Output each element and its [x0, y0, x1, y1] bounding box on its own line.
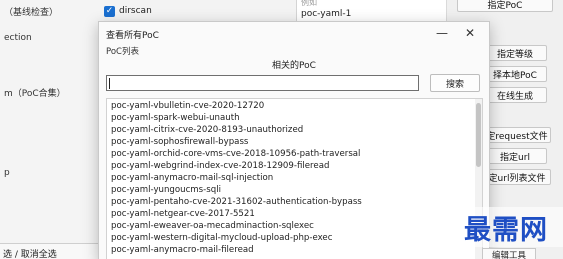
left-label-poc-collection: m（PoC合集） — [4, 89, 66, 99]
background-left-panel: （基线检查） ection m（PoC合集） p 选 / 取消全选 — [0, 0, 104, 259]
list-item[interactable]: poc-yaml-pentaho-cve-2021-31602-authenti… — [111, 197, 362, 209]
dirscan-label: dirscan — [119, 6, 152, 16]
checkbox-checked-icon[interactable]: ✓ — [104, 5, 115, 17]
search-input[interactable] — [106, 75, 419, 91]
close-icon[interactable]: ✕ — [460, 25, 480, 41]
related-poc-title: 相关的PoC — [272, 61, 316, 71]
list-item[interactable]: poc-yaml-western-digital-mycloud-upload-… — [111, 233, 332, 245]
dialog-title: 查看所有PoC — [106, 31, 159, 41]
select-all-toggle[interactable]: 选 / 取消全选 — [0, 243, 100, 259]
specify-level-button[interactable]: 指定等级 — [483, 45, 547, 61]
left-label-baseline: （基线检查） — [4, 8, 59, 18]
text-caret — [109, 78, 110, 89]
list-item[interactable]: poc-yaml-yungoucms-sqli — [111, 185, 221, 197]
minimize-icon[interactable]: — — [432, 25, 452, 41]
left-label-p: p — [4, 168, 10, 178]
list-item[interactable]: poc-yaml-netgear-cve-2017-5521 — [111, 209, 255, 221]
view-all-poc-dialog: 查看所有PoC — ✕ PoC列表 相关的PoC 搜索 poc-yaml-vbu… — [98, 21, 490, 259]
specify-request-file-button[interactable]: 定request文件 — [483, 127, 551, 143]
poc-list[interactable]: poc-yaml-vbulletin-cve-2020-12720 poc-ya… — [106, 98, 483, 259]
list-item[interactable]: poc-yaml-sophosfirewall-bypass — [111, 137, 248, 149]
left-label-ection: ection — [4, 33, 32, 43]
dirscan-option[interactable]: ✓ dirscan — [104, 4, 152, 18]
list-item[interactable]: poc-yaml-webgrind-index-cve-2018-12909-f… — [111, 161, 329, 173]
list-item[interactable]: poc-yaml-anymacro-mail-fileread — [111, 245, 254, 257]
list-item[interactable]: poc-yaml-citrix-cve-2020-8193-unauthoriz… — [111, 125, 303, 137]
scrollbar-thumb[interactable] — [476, 103, 481, 167]
dialog-titlebar[interactable]: 查看所有PoC — ✕ — [99, 22, 489, 44]
poc-list-group-label: PoC列表 — [106, 47, 139, 57]
specify-url-button[interactable]: 指定url — [483, 148, 547, 164]
list-item[interactable]: poc-yaml-eweaver-oa-mecadminaction-sqlex… — [111, 221, 314, 233]
edit-tool-button[interactable]: 编辑工具 — [482, 248, 536, 259]
search-button[interactable]: 搜索 — [430, 74, 480, 92]
poc-input-hint: 例如 — [301, 0, 317, 7]
specify-url-list-button[interactable]: 定url列表文件 — [483, 169, 551, 185]
watermark-logo: 最需网 — [449, 207, 563, 247]
poc-input-value: poc-yaml-1 — [301, 9, 352, 19]
specify-poc-button[interactable]: 指定PoC — [457, 0, 553, 12]
list-item[interactable]: poc-yaml-spark-webui-unauth — [111, 113, 240, 125]
online-generate-button[interactable]: 在线生成 — [483, 87, 547, 103]
select-local-poc-button[interactable]: 择本地PoC — [483, 66, 547, 82]
list-item[interactable]: poc-yaml-vbulletin-cve-2020-12720 — [111, 101, 264, 113]
list-item[interactable]: poc-yaml-orchid-core-vms-cve-2018-10956-… — [111, 149, 360, 161]
list-item[interactable]: poc-yaml-anymacro-mail-sql-injection — [111, 173, 273, 185]
